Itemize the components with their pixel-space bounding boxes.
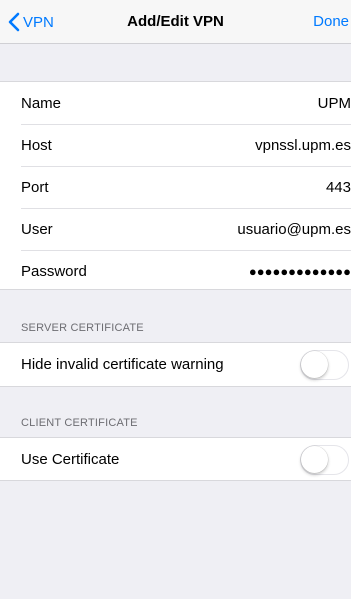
server-certificate-group: Hide invalid certificate warning <box>0 342 351 387</box>
name-label: Name <box>21 94 62 112</box>
name-value[interactable]: UPM <box>61 95 351 112</box>
port-value[interactable]: 443 <box>49 179 351 196</box>
port-label: Port <box>21 178 49 196</box>
empty-area <box>0 481 351 599</box>
use-certificate-label: Use Certificate <box>21 451 120 468</box>
chevron-left-icon <box>8 12 20 32</box>
hide-invalid-cert-row: Hide invalid certificate warning <box>0 343 351 386</box>
user-value[interactable]: usuario@upm.es <box>53 221 351 238</box>
port-row[interactable]: Port 443 <box>0 166 351 208</box>
use-certificate-toggle[interactable] <box>300 444 349 475</box>
user-label: User <box>21 220 53 238</box>
server-certificate-header: SERVER CERTIFICATE <box>21 322 144 334</box>
done-button[interactable]: Done <box>313 0 349 44</box>
navigation-bar: VPN Add/Edit VPN Done <box>0 0 351 44</box>
use-certificate-row: Use Certificate <box>0 438 351 481</box>
password-label: Password <box>21 262 87 280</box>
client-certificate-header: CLIENT CERTIFICATE <box>21 417 138 429</box>
toggle-knob <box>301 350 328 378</box>
client-certificate-group: Use Certificate <box>0 437 351 481</box>
vpn-settings-group: Name UPM Host vpnssl.upm.es Port 443 Use… <box>0 81 351 290</box>
back-button[interactable]: VPN <box>8 0 54 44</box>
hide-invalid-cert-toggle[interactable] <box>300 349 349 380</box>
password-row[interactable]: Password ●●●●●●●●●●●●● <box>0 250 351 292</box>
name-row[interactable]: Name UPM <box>0 82 351 124</box>
hide-invalid-cert-label: Hide invalid certificate warning <box>21 356 224 373</box>
toggle-knob <box>301 445 328 473</box>
password-value[interactable]: ●●●●●●●●●●●●● <box>87 264 351 279</box>
top-spacer <box>0 44 351 82</box>
host-row[interactable]: Host vpnssl.upm.es <box>0 124 351 166</box>
back-button-label: VPN <box>23 13 54 31</box>
host-label: Host <box>21 136 52 154</box>
user-row[interactable]: User usuario@upm.es <box>0 208 351 250</box>
host-value[interactable]: vpnssl.upm.es <box>52 137 351 154</box>
